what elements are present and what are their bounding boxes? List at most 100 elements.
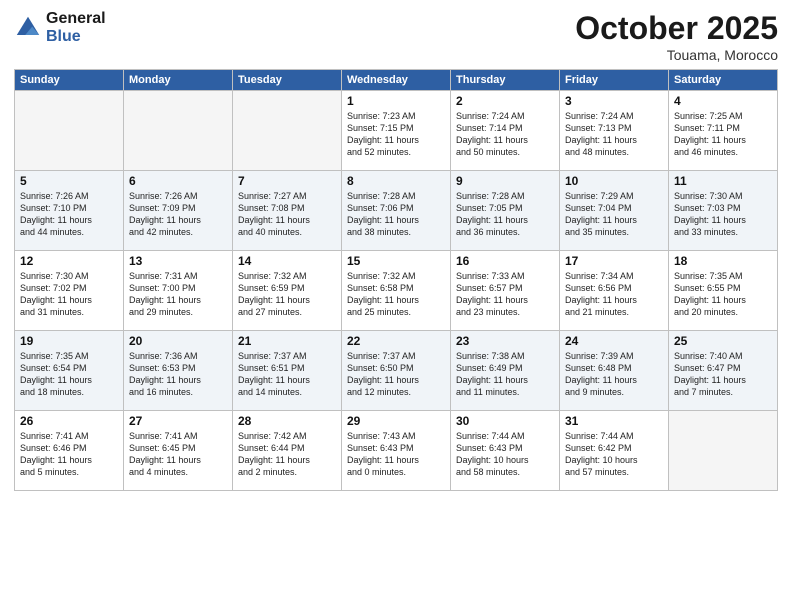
day-info: Sunrise: 7:37 AM Sunset: 6:50 PM Dayligh…: [347, 350, 445, 399]
day-number: 27: [129, 414, 227, 428]
day-number: 18: [674, 254, 772, 268]
page: General Blue October 2025 Touama, Morocc…: [0, 0, 792, 612]
day-number: 5: [20, 174, 118, 188]
day-info: Sunrise: 7:29 AM Sunset: 7:04 PM Dayligh…: [565, 190, 663, 239]
day-number: 11: [674, 174, 772, 188]
weekday-header-tuesday: Tuesday: [233, 70, 342, 91]
day-info: Sunrise: 7:27 AM Sunset: 7:08 PM Dayligh…: [238, 190, 336, 239]
day-number: 1: [347, 94, 445, 108]
calendar-day-cell: 21Sunrise: 7:37 AM Sunset: 6:51 PM Dayli…: [233, 331, 342, 411]
calendar-day-cell: 26 Sunrise: 7:41 AM Sunset: 6:46 PM Dayli…: [15, 411, 124, 491]
calendar-day-cell: 13 Sunrise: 7:31 AM Sunset: 7:00 PM Dayli…: [124, 251, 233, 331]
calendar-day-cell: 2 Sunrise: 7:24 AM Sunset: 7:14 PM Daylig…: [451, 91, 560, 171]
logo-icon: [14, 14, 42, 42]
day-number: 9: [456, 174, 554, 188]
title-block: October 2025 Touama, Morocco: [575, 10, 778, 63]
weekday-header-thursday: Thursday: [451, 70, 560, 91]
calendar-day-cell: 7 Sunrise: 7:27 AM Sunset: 7:08 PM Daylig…: [233, 171, 342, 251]
day-info: Sunrise: 7:25 AM Sunset: 7:11 PM Dayligh…: [674, 110, 772, 159]
calendar-day-cell: 29 Sunrise: 7:43 AM Sunset: 6:43 PM Dayli…: [342, 411, 451, 491]
calendar-week-row: 12 Sunrise: 7:30 AM Sunset: 7:02 PM Dayli…: [15, 251, 778, 331]
weekday-header-friday: Friday: [560, 70, 669, 91]
calendar-day-cell: 24Sunrise: 7:39 AM Sunset: 6:48 PM Dayli…: [560, 331, 669, 411]
day-number: 15: [347, 254, 445, 268]
weekday-header-monday: Monday: [124, 70, 233, 91]
logo-line1: General: [46, 10, 106, 28]
calendar-day-cell: 22 Sunrise: 7:37 AM Sunset: 6:50 PM Dayli…: [342, 331, 451, 411]
calendar-day-cell: 19Sunrise: 7:35 AM Sunset: 6:54 PM Dayli…: [15, 331, 124, 411]
day-info: Sunrise: 7:42 AM Sunset: 6:44 PM Dayligh…: [238, 430, 336, 479]
calendar-day-cell: [233, 91, 342, 171]
day-number: 22: [347, 334, 445, 348]
calendar-day-cell: 23 Sunrise: 7:38 AM Sunset: 6:49 PM Dayli…: [451, 331, 560, 411]
day-number: 30: [456, 414, 554, 428]
calendar-day-cell: 31Sunrise: 7:44 AM Sunset: 6:42 PM Dayli…: [560, 411, 669, 491]
calendar-day-cell: 17 Sunrise: 7:34 AM Sunset: 6:56 PM Dayli…: [560, 251, 669, 331]
calendar-day-cell: 5 Sunrise: 7:26 AM Sunset: 7:10 PM Daylig…: [15, 171, 124, 251]
day-number: 2: [456, 94, 554, 108]
weekday-header-sunday: Sunday: [15, 70, 124, 91]
calendar-day-cell: 6 Sunrise: 7:26 AM Sunset: 7:09 PM Daylig…: [124, 171, 233, 251]
day-info: Sunrise: 7:30 AM Sunset: 7:03 PM Dayligh…: [674, 190, 772, 239]
day-number: 26: [20, 414, 118, 428]
day-info: Sunrise: 7:32 AM Sunset: 6:58 PM Dayligh…: [347, 270, 445, 319]
day-number: 28: [238, 414, 336, 428]
day-info: Sunrise: 7:43 AM Sunset: 6:43 PM Dayligh…: [347, 430, 445, 479]
day-info: Sunrise: 7:26 AM Sunset: 7:10 PM Dayligh…: [20, 190, 118, 239]
calendar-table: SundayMondayTuesdayWednesdayThursdayFrid…: [14, 69, 778, 491]
day-number: 24: [565, 334, 663, 348]
day-number: 6: [129, 174, 227, 188]
calendar-day-cell: 30 Sunrise: 7:44 AM Sunset: 6:43 PM Dayli…: [451, 411, 560, 491]
calendar-day-cell: 11 Sunrise: 7:30 AM Sunset: 7:03 PM Dayli…: [669, 171, 778, 251]
weekday-header-row: SundayMondayTuesdayWednesdayThursdayFrid…: [15, 70, 778, 91]
calendar-day-cell: 18 Sunrise: 7:35 AM Sunset: 6:55 PM Dayli…: [669, 251, 778, 331]
calendar-week-row: 19Sunrise: 7:35 AM Sunset: 6:54 PM Dayli…: [15, 331, 778, 411]
day-info: Sunrise: 7:38 AM Sunset: 6:49 PM Dayligh…: [456, 350, 554, 399]
day-number: 4: [674, 94, 772, 108]
day-info: Sunrise: 7:36 AM Sunset: 6:53 PM Dayligh…: [129, 350, 227, 399]
calendar-day-cell: 1 Sunrise: 7:23 AM Sunset: 7:15 PM Daylig…: [342, 91, 451, 171]
day-info: Sunrise: 7:28 AM Sunset: 7:06 PM Dayligh…: [347, 190, 445, 239]
calendar-week-row: 5 Sunrise: 7:26 AM Sunset: 7:10 PM Daylig…: [15, 171, 778, 251]
calendar-day-cell: 3Sunrise: 7:24 AM Sunset: 7:13 PM Daylig…: [560, 91, 669, 171]
day-number: 13: [129, 254, 227, 268]
day-info: Sunrise: 7:35 AM Sunset: 6:54 PM Dayligh…: [20, 350, 118, 399]
day-info: Sunrise: 7:34 AM Sunset: 6:56 PM Dayligh…: [565, 270, 663, 319]
calendar-day-cell: 27Sunrise: 7:41 AM Sunset: 6:45 PM Dayli…: [124, 411, 233, 491]
calendar-day-cell: 9Sunrise: 7:28 AM Sunset: 7:05 PM Daylig…: [451, 171, 560, 251]
day-info: Sunrise: 7:44 AM Sunset: 6:43 PM Dayligh…: [456, 430, 554, 479]
calendar-day-cell: 10Sunrise: 7:29 AM Sunset: 7:04 PM Dayli…: [560, 171, 669, 251]
calendar-day-cell: 14Sunrise: 7:32 AM Sunset: 6:59 PM Dayli…: [233, 251, 342, 331]
day-number: 7: [238, 174, 336, 188]
day-info: Sunrise: 7:23 AM Sunset: 7:15 PM Dayligh…: [347, 110, 445, 159]
day-info: Sunrise: 7:24 AM Sunset: 7:14 PM Dayligh…: [456, 110, 554, 159]
day-number: 29: [347, 414, 445, 428]
day-number: 8: [347, 174, 445, 188]
calendar-day-cell: [124, 91, 233, 171]
weekday-header-wednesday: Wednesday: [342, 70, 451, 91]
calendar-week-row: 26 Sunrise: 7:41 AM Sunset: 6:46 PM Dayli…: [15, 411, 778, 491]
calendar-day-cell: 20Sunrise: 7:36 AM Sunset: 6:53 PM Dayli…: [124, 331, 233, 411]
day-info: Sunrise: 7:37 AM Sunset: 6:51 PM Dayligh…: [238, 350, 336, 399]
day-number: 3: [565, 94, 663, 108]
day-number: 12: [20, 254, 118, 268]
day-info: Sunrise: 7:41 AM Sunset: 6:46 PM Dayligh…: [20, 430, 118, 479]
day-number: 17: [565, 254, 663, 268]
day-info: Sunrise: 7:33 AM Sunset: 6:57 PM Dayligh…: [456, 270, 554, 319]
day-number: 23: [456, 334, 554, 348]
day-info: Sunrise: 7:40 AM Sunset: 6:47 PM Dayligh…: [674, 350, 772, 399]
header: General Blue October 2025 Touama, Morocc…: [14, 10, 778, 63]
calendar-week-row: 1 Sunrise: 7:23 AM Sunset: 7:15 PM Daylig…: [15, 91, 778, 171]
day-info: Sunrise: 7:30 AM Sunset: 7:02 PM Dayligh…: [20, 270, 118, 319]
calendar-day-cell: [669, 411, 778, 491]
calendar-day-cell: 12 Sunrise: 7:30 AM Sunset: 7:02 PM Dayli…: [15, 251, 124, 331]
day-number: 31: [565, 414, 663, 428]
logo: General Blue: [14, 10, 106, 45]
day-info: Sunrise: 7:35 AM Sunset: 6:55 PM Dayligh…: [674, 270, 772, 319]
calendar-day-cell: [15, 91, 124, 171]
day-info: Sunrise: 7:26 AM Sunset: 7:09 PM Dayligh…: [129, 190, 227, 239]
day-info: Sunrise: 7:31 AM Sunset: 7:00 PM Dayligh…: [129, 270, 227, 319]
day-number: 14: [238, 254, 336, 268]
location-subtitle: Touama, Morocco: [575, 47, 778, 63]
calendar-day-cell: 15 Sunrise: 7:32 AM Sunset: 6:58 PM Dayli…: [342, 251, 451, 331]
